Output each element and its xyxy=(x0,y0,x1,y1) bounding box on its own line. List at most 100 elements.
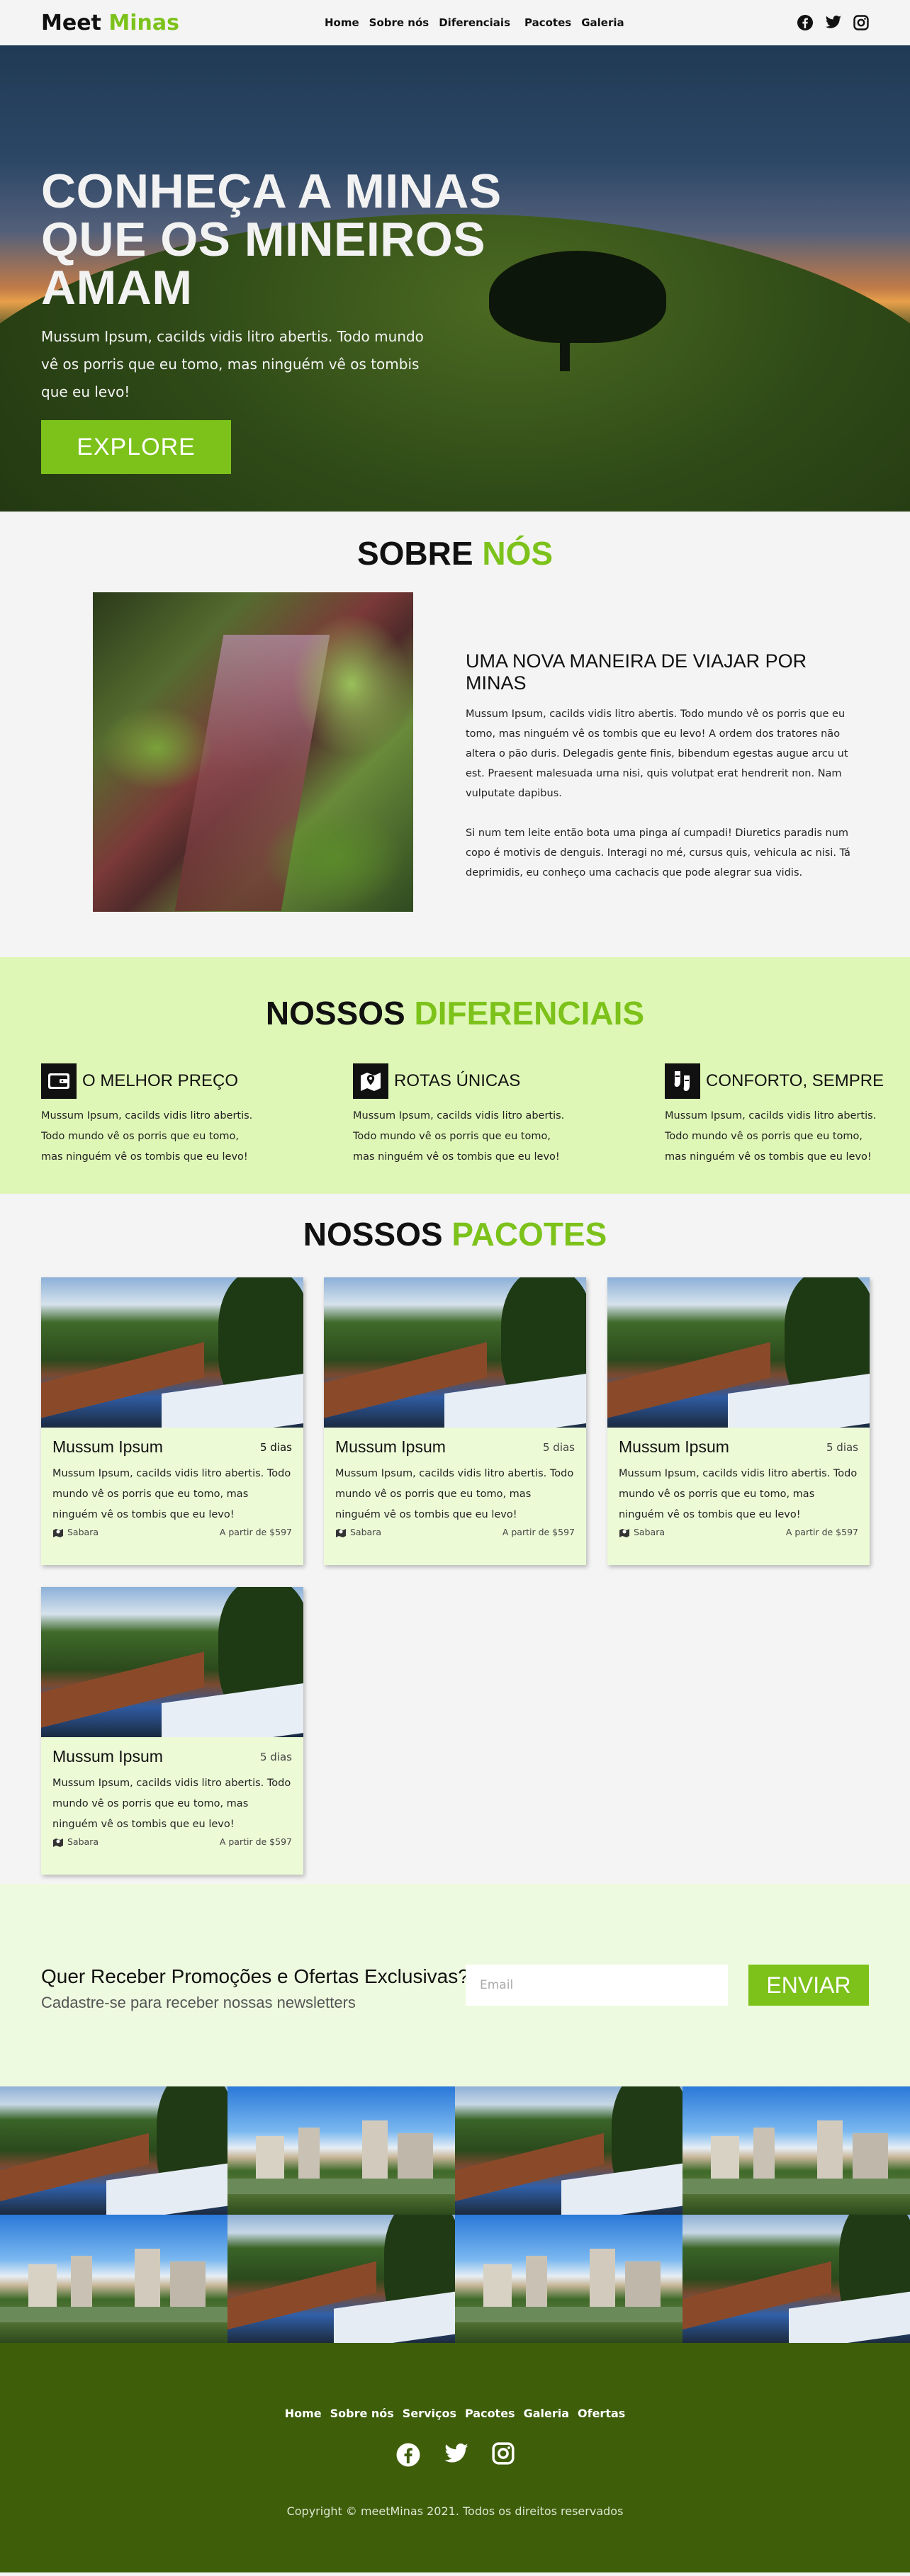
gallery-image-city[interactable] xyxy=(228,2086,455,2215)
package-location: Sabara xyxy=(619,1527,665,1537)
package-name: Mussum Ipsum xyxy=(335,1437,446,1456)
newsletter-submit-button[interactable]: ENVIAR xyxy=(748,1965,869,2006)
package-duration: 5 dias xyxy=(826,1440,858,1454)
hero-text: Mussum Ipsum, cacilds vidis litro aberti… xyxy=(41,328,424,400)
packages-title-part1: NOSSOS xyxy=(303,1216,443,1253)
package-location: Sabara xyxy=(52,1836,99,1847)
footer-packages-link[interactable]: Pacotes xyxy=(465,2407,515,2420)
differentials-section: NOSSOS DIFERENCIAIS O MELHOR PREÇO Mussu… xyxy=(0,957,910,1194)
gallery-image-town[interactable] xyxy=(0,2086,228,2215)
footer-offers-link[interactable]: Ofertas xyxy=(578,2407,625,2420)
logo-text-minas: Minas xyxy=(108,10,179,35)
differential-head: ROTAS ÚNICAS xyxy=(353,1063,573,1099)
package-description: Mussum Ipsum, cacilds vidis litro aberti… xyxy=(52,1468,291,1520)
package-duration: 5 dias xyxy=(259,1750,292,1763)
footer-nav: Home Sobre nós Serviços Pacotes Galeria … xyxy=(0,2407,910,2420)
package-description: Mussum Ipsum, cacilds vidis litro aberti… xyxy=(52,1778,291,1830)
hero-title-line2: QUE OS MINEIROS AMAM xyxy=(41,213,486,315)
instagram-icon[interactable] xyxy=(492,2442,515,2470)
package-footer: Sabara A partir de $597 xyxy=(52,1836,292,1847)
twitter-icon[interactable] xyxy=(825,15,842,30)
gallery-image-city[interactable] xyxy=(455,2215,682,2343)
facebook-icon[interactable] xyxy=(797,14,814,31)
map-pin-icon xyxy=(353,1063,388,1099)
packages-section: NOSSOS PACOTES Mussum Ipsum 5 dias Mussu… xyxy=(0,1194,910,1884)
footer-copyright: Copyright © meetMinas 2021. Todos os dir… xyxy=(286,2504,624,2518)
about-paragraph-1: Mussum Ipsum, cacilds vidis litro aberti… xyxy=(466,708,848,799)
differential-text: Mussum Ipsum, cacilds vidis litro aberti… xyxy=(41,1110,253,1163)
facebook-icon[interactable] xyxy=(395,2442,421,2470)
package-card[interactable]: Mussum Ipsum 5 dias Mussum Ipsum, cacild… xyxy=(41,1277,303,1565)
package-price: A partir de $597 xyxy=(785,1527,858,1537)
package-description: Mussum Ipsum, cacilds vidis litro aberti… xyxy=(619,1468,858,1520)
packages-title-part2: PACOTES xyxy=(451,1216,607,1253)
about-subtitle: UMA NOVA MANEIRA DE VIAJAR POR MINAS xyxy=(466,650,807,694)
gallery-image-town[interactable] xyxy=(228,2215,455,2343)
package-footer: Sabara A partir de $597 xyxy=(52,1527,292,1537)
hero-title: CONHEÇA A MINAS QUE OS MINEIROS AMAM xyxy=(41,167,594,312)
package-location-text: Sabara xyxy=(634,1527,665,1537)
nav-gallery-link[interactable]: Galeria xyxy=(581,16,624,29)
footer-gallery-link[interactable]: Galeria xyxy=(524,2407,569,2420)
header-social-links xyxy=(797,14,869,31)
gallery-image-city[interactable] xyxy=(682,2086,910,2215)
about-title-part1: SOBRE xyxy=(356,535,473,572)
map-icon xyxy=(619,1528,629,1537)
package-body: Mussum Ipsum 5 dias Mussum Ipsum, cacild… xyxy=(41,1737,303,1847)
differential-title: ROTAS ÚNICAS xyxy=(394,1071,521,1090)
site-footer: Home Sobre nós Serviços Pacotes Galeria … xyxy=(0,2343,910,2572)
footer-social-links xyxy=(0,2442,910,2470)
about-text-block: UMA NOVA MANEIRA DE VIAJAR POR MINAS Mus… xyxy=(466,650,870,883)
newsletter-email-input[interactable]: Email xyxy=(466,1965,728,2006)
twitter-icon[interactable] xyxy=(444,2442,469,2470)
hero-content: CONHEÇA A MINAS QUE OS MINEIROS AMAM Mus… xyxy=(41,167,594,474)
package-location: Sabara xyxy=(335,1527,381,1537)
gallery-image-town[interactable] xyxy=(455,2086,682,2215)
differentials-title-part2: DIFERENCIAIS xyxy=(414,995,645,1032)
package-location-text: Sabara xyxy=(67,1836,99,1847)
package-image xyxy=(41,1587,303,1737)
footer-home-link[interactable]: Home xyxy=(285,2407,322,2420)
footer-about-link[interactable]: Sobre nós xyxy=(330,2407,394,2420)
gallery-section xyxy=(0,2086,910,2343)
package-footer: Sabara A partir de $597 xyxy=(619,1527,858,1537)
package-name: Mussum Ipsum xyxy=(52,1437,163,1456)
fern-left xyxy=(100,706,213,791)
package-card[interactable]: Mussum Ipsum 5 dias Mussum Ipsum, cacild… xyxy=(41,1587,303,1875)
package-name: Mussum Ipsum xyxy=(52,1747,163,1766)
nav-packages-link[interactable]: Pacotes xyxy=(524,16,571,29)
site-logo[interactable]: Meet Minas xyxy=(41,11,179,35)
nav-differentials-link[interactable]: Diferenciais xyxy=(439,16,510,29)
instagram-icon[interactable] xyxy=(853,15,869,30)
package-image xyxy=(324,1277,586,1428)
newsletter-section: Quer Receber Promoções e Ofertas Exclusi… xyxy=(0,1884,910,2086)
footer-services-link[interactable]: Serviços xyxy=(403,2407,456,2420)
map-icon xyxy=(53,1528,63,1537)
differential-item-price: O MELHOR PREÇO Mussum Ipsum, cacilds vid… xyxy=(41,1063,261,1168)
package-name: Mussum Ipsum xyxy=(619,1437,729,1456)
packages-title: NOSSOS PACOTES xyxy=(0,1215,910,1253)
gallery-image-town[interactable] xyxy=(682,2215,910,2343)
forest-trail-image xyxy=(93,592,413,912)
main-nav: Home Sobre nós Diferenciais Pacotes Gale… xyxy=(325,0,624,45)
package-image xyxy=(41,1277,303,1428)
map-icon xyxy=(53,1838,63,1847)
differential-head: CONFORTO, SEMPRE xyxy=(665,1063,884,1099)
nav-home-link[interactable]: Home xyxy=(325,16,359,29)
differentials-title-part1: NOSSOS xyxy=(265,995,405,1032)
differentials-title: NOSSOS DIFERENCIAIS xyxy=(0,994,910,1032)
about-paragraph-2: Si num tem leite então bota uma pinga aí… xyxy=(466,827,850,879)
gallery-image-city[interactable] xyxy=(0,2215,228,2343)
package-body: Mussum Ipsum 5 dias Mussum Ipsum, cacild… xyxy=(607,1428,870,1537)
package-location-text: Sabara xyxy=(350,1527,381,1537)
package-header-row: Mussum Ipsum 5 dias xyxy=(52,1437,292,1457)
explore-button[interactable]: EXPLORE xyxy=(41,420,231,474)
package-price: A partir de $597 xyxy=(502,1527,575,1537)
fern-right-top xyxy=(291,614,412,755)
about-title-part2: NÓS xyxy=(482,535,554,572)
package-card[interactable]: Mussum Ipsum 5 dias Mussum Ipsum, cacild… xyxy=(607,1277,870,1565)
package-card[interactable]: Mussum Ipsum 5 dias Mussum Ipsum, cacild… xyxy=(324,1277,586,1565)
package-price: A partir de $597 xyxy=(219,1836,292,1847)
about-title: SOBRE NÓS xyxy=(0,534,910,572)
nav-about-link[interactable]: Sobre nós xyxy=(369,16,429,29)
